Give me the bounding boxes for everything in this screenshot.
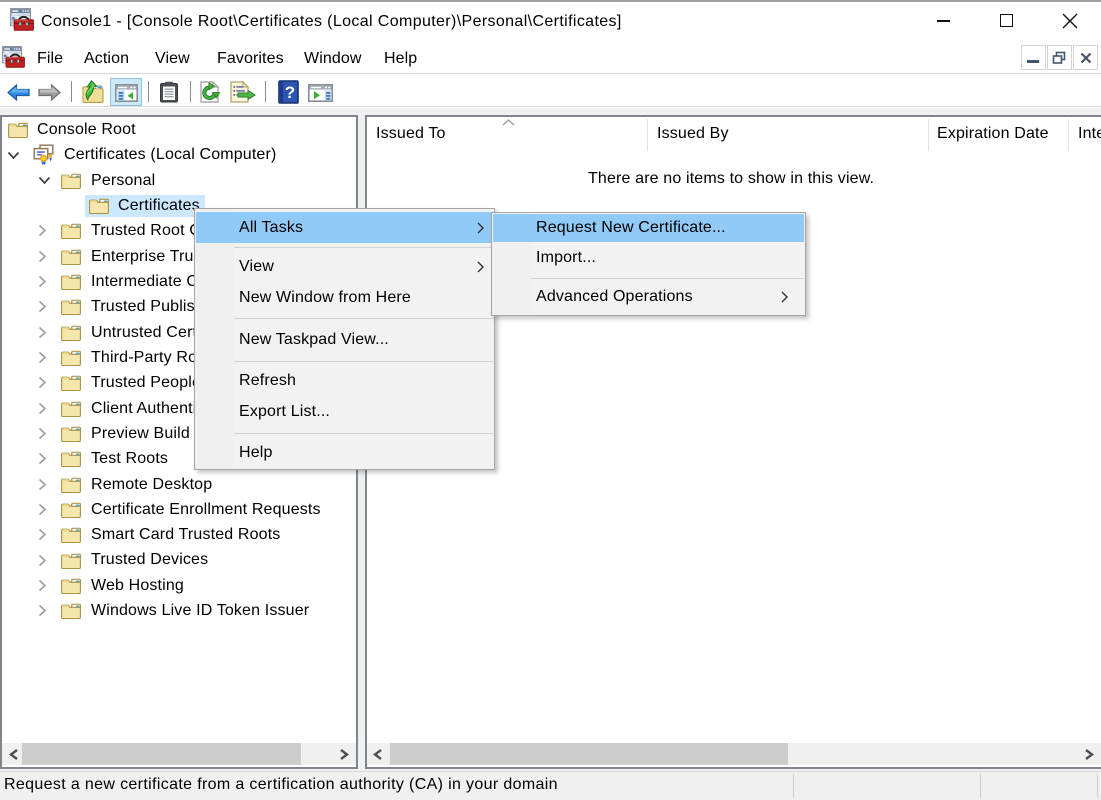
svg-text:?: ?	[285, 83, 295, 102]
